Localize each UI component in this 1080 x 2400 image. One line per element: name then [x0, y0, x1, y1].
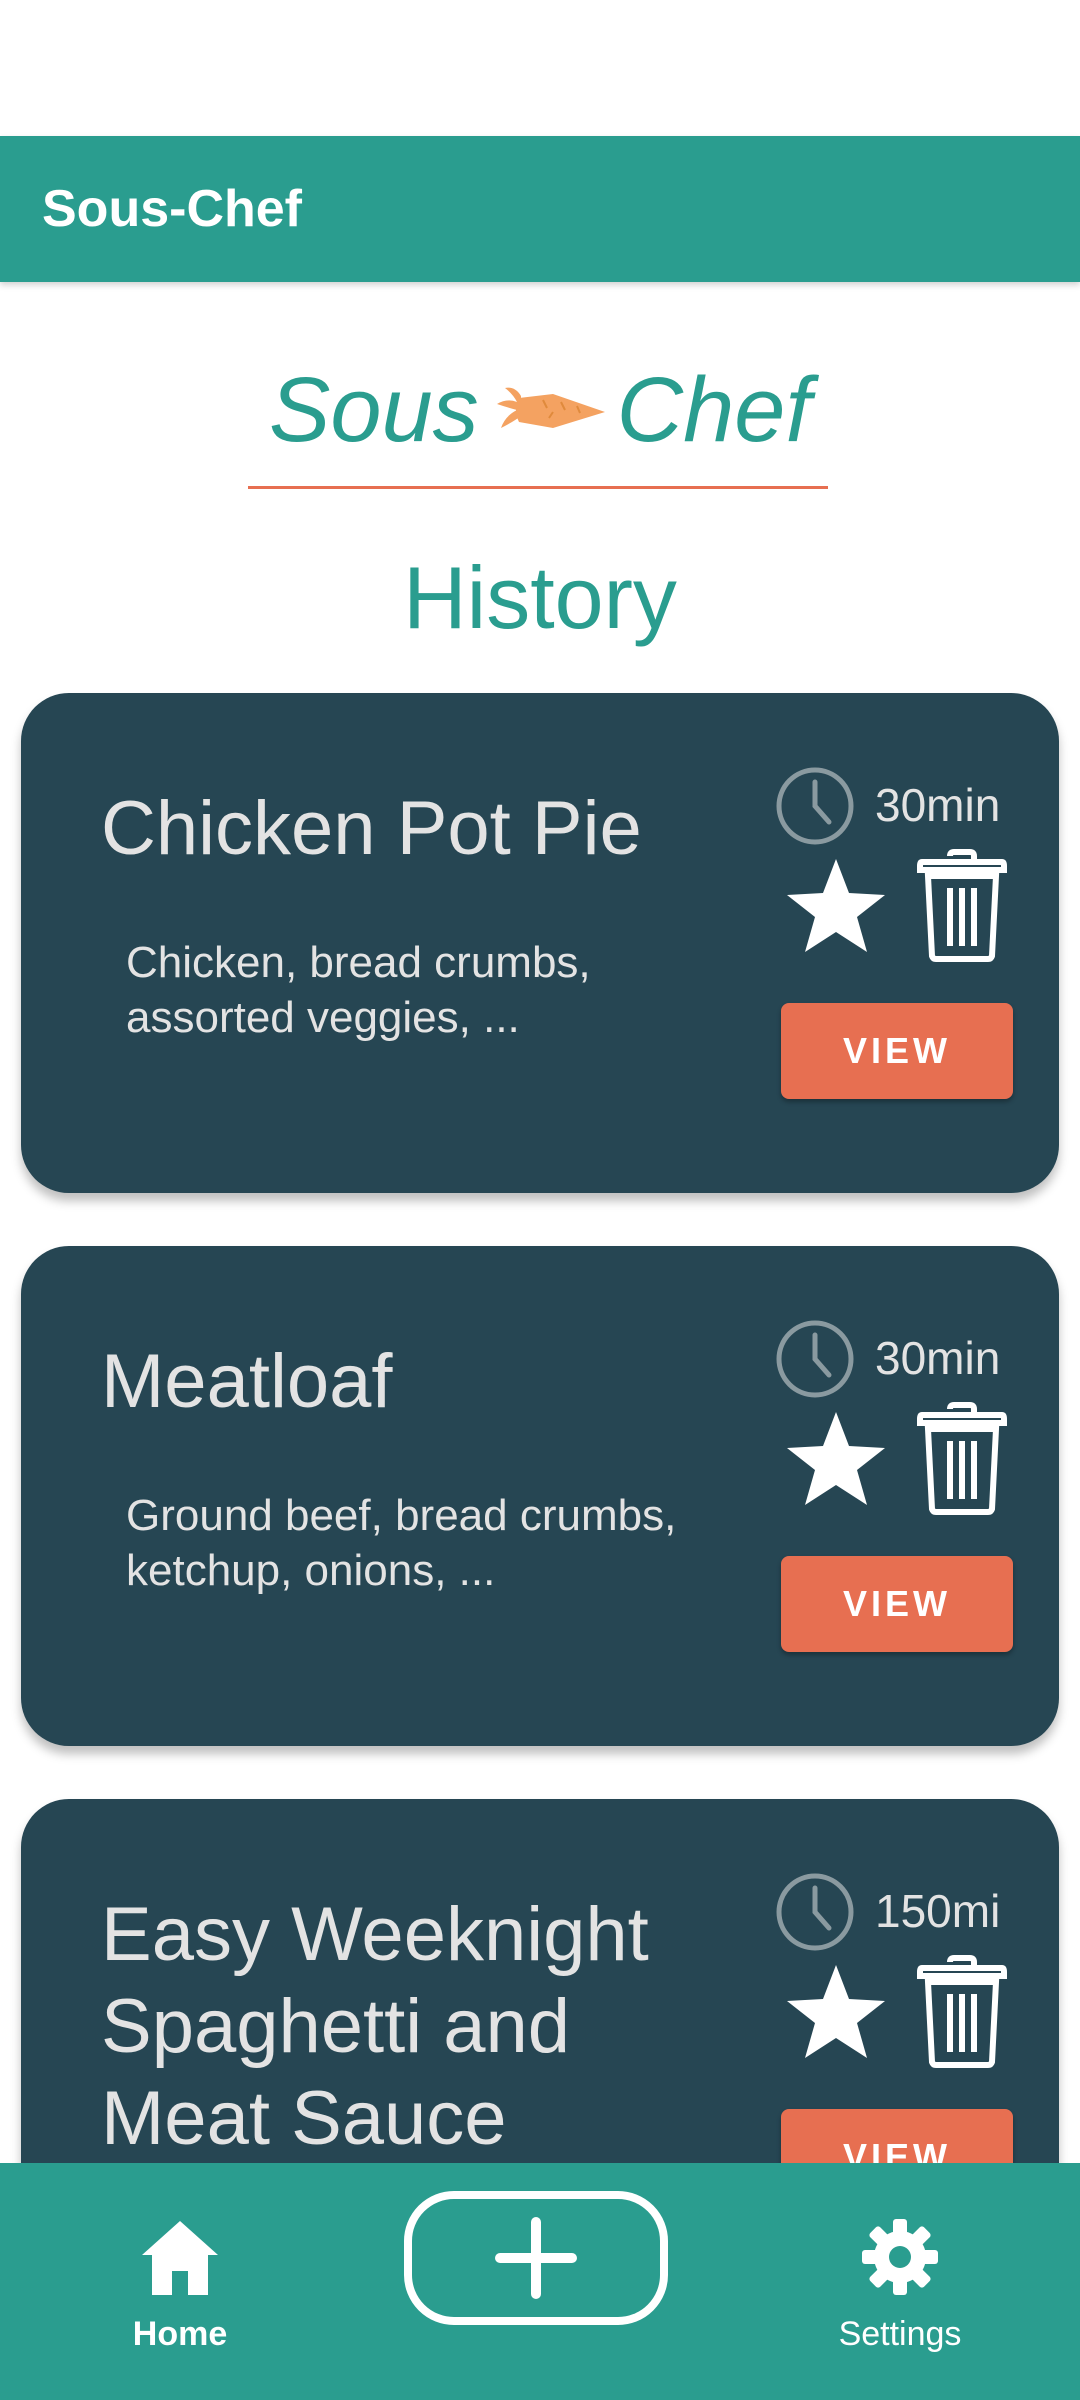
star-icon[interactable]: [781, 1406, 891, 1516]
clock-icon: [776, 767, 854, 845]
trash-icon[interactable]: [916, 1954, 1008, 2069]
sous-chef-logo: Sous Chef: [0, 355, 1080, 465]
view-recipe-button[interactable]: VIEW: [781, 1556, 1013, 1652]
clock-icon: [776, 1320, 854, 1398]
view-recipe-button[interactable]: VIEW: [781, 1003, 1013, 1099]
recipe-time: 30min: [875, 779, 1001, 831]
nav-home-label: Home: [132, 2315, 228, 2353]
nav-settings[interactable]: Settings: [775, 2163, 1025, 2400]
trash-icon[interactable]: [916, 1401, 1008, 1516]
gear-icon: [862, 2219, 938, 2295]
star-icon[interactable]: [781, 1959, 891, 2069]
recipe-description: Chicken, bread crumbs, assorted veggies,…: [126, 938, 591, 1042]
add-recipe-button[interactable]: [404, 2191, 668, 2325]
nav-settings-label: Settings: [838, 2315, 962, 2353]
bottom-navigation: Home Settings: [0, 2163, 1080, 2400]
star-icon[interactable]: [781, 853, 891, 963]
recipe-title: Easy Weeknight Spaghetti and Meat Sauce: [101, 1892, 649, 2161]
logo-right-word: Chef: [616, 358, 812, 461]
recipe-title: Chicken Pot Pie: [101, 786, 642, 871]
app-bar: Sous-Chef: [0, 136, 1080, 282]
recipe-time: 30min: [875, 1332, 1001, 1384]
trash-icon[interactable]: [916, 848, 1008, 963]
recipe-title: Meatloaf: [101, 1339, 393, 1424]
recipe-card: Chicken Pot Pie Chicken, bread crumbs, a…: [21, 693, 1059, 1193]
carrot-icon: [491, 382, 609, 438]
plus-icon: [495, 2217, 577, 2299]
home-icon: [142, 2221, 218, 2295]
status-bar: [0, 0, 1080, 136]
recipe-time: 150mi: [875, 1885, 1001, 1937]
logo-divider: [248, 486, 828, 489]
recipe-card: Meatloaf Ground beef, bread crumbs, ketc…: [21, 1246, 1059, 1746]
page-title: History: [403, 548, 677, 647]
logo-left-word: Sous: [268, 358, 479, 461]
recipe-description: Ground beef, bread crumbs, ketchup, onio…: [126, 1491, 677, 1595]
app-bar-title: Sous-Chef: [42, 180, 302, 238]
clock-icon: [776, 1873, 854, 1951]
nav-home[interactable]: Home: [55, 2163, 305, 2400]
